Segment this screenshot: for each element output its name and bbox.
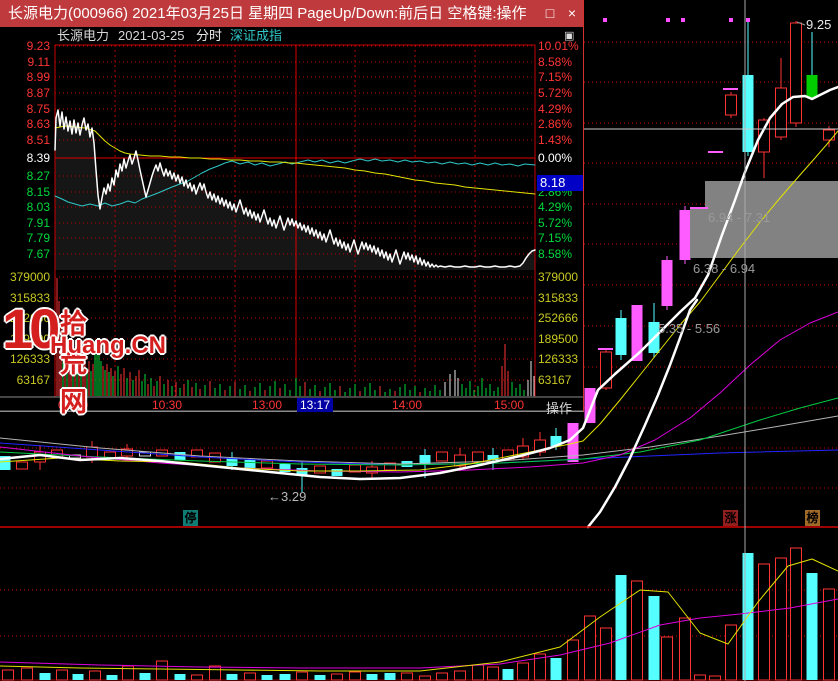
price-axis-label: 8.51 [26, 133, 50, 147]
action-menu-label[interactable]: 操作 [546, 398, 572, 417]
rise-badge[interactable]: 涨 [723, 510, 738, 526]
price-zone-label-2: 6.38 - 6.94 [693, 261, 756, 276]
price-axis-label: 9.23 [26, 39, 50, 53]
cursor-price-tag: 8.18 [537, 175, 583, 191]
volume-axis-label: 379000 [9, 270, 50, 284]
percent-axis-label: 4.29% [538, 200, 573, 214]
volume-axis-label: 63167 [16, 373, 50, 387]
price-axis-label: 8.75 [26, 102, 50, 116]
volume-axis-label: 379000 [538, 270, 579, 284]
price-axis-label: 8.27 [26, 169, 50, 183]
watermark-site-name: 拾荒网 [60, 309, 90, 417]
price-axis-label: 8.99 [26, 70, 50, 84]
percent-axis-label: 5.72% [538, 216, 573, 230]
percent-axis-label: 5.72% [538, 86, 573, 100]
day-high-label: 9.25 [806, 17, 832, 32]
price-axis-label: 7.91 [26, 216, 50, 230]
time-axis-label: 13:00 [252, 398, 283, 412]
percent-axis-label: 1.43% [538, 133, 573, 147]
watermark-logo-10: 10 [2, 297, 60, 360]
price-axis-label: 8.03 [26, 200, 50, 214]
low-price-note: ←3.29 [268, 489, 307, 504]
price-axis-label: 7.79 [26, 231, 50, 245]
price-axis-label: 8.39 [26, 151, 50, 165]
volume-axis-label: 126333 [538, 352, 579, 366]
trading-app-screen: 9.25 ←3.29 6.94 - 7.31 6.38 - 6.94 5.35 … [0, 0, 838, 681]
volume-axis-label: 252666 [538, 311, 579, 325]
time-axis-label: 14:00 [392, 398, 423, 412]
percent-axis-label: 0.00% [538, 151, 573, 165]
rank-badge[interactable]: 榜 [805, 510, 820, 526]
price-zone-label-1: 6.94 - 7.31 [708, 210, 771, 225]
halt-badge[interactable]: 停 [183, 510, 198, 526]
percent-axis-label: 10.01% [538, 39, 579, 53]
percent-axis-label: 7.15% [538, 70, 573, 84]
percent-axis-label: 2.86% [538, 117, 573, 131]
cursor-time-tag: 13:17 [297, 398, 333, 412]
price-axis-label: 9.11 [27, 55, 50, 69]
percent-axis-label: 4.29% [538, 102, 573, 116]
time-axis-label: 10:30 [152, 398, 183, 412]
time-axis-label: 15:00 [494, 398, 525, 412]
watermark-domain: Huang.CN [50, 332, 166, 359]
price-axis-label: 8.63 [26, 117, 50, 131]
percent-axis-label: 8.58% [538, 247, 573, 261]
volume-axis-label: 63167 [538, 373, 572, 387]
price-axis-label: 8.15 [26, 185, 50, 199]
volume-axis-label: 189500 [538, 332, 579, 346]
volume-axis-label: 315833 [538, 291, 579, 305]
price-axis-label: 7.67 [26, 247, 50, 261]
percent-axis-label: 7.15% [538, 231, 573, 245]
price-axis-label: 8.87 [26, 86, 50, 100]
price-zone-label-3: 5.35 - 5.56 [658, 321, 721, 336]
percent-axis-label: 8.58% [538, 55, 573, 69]
